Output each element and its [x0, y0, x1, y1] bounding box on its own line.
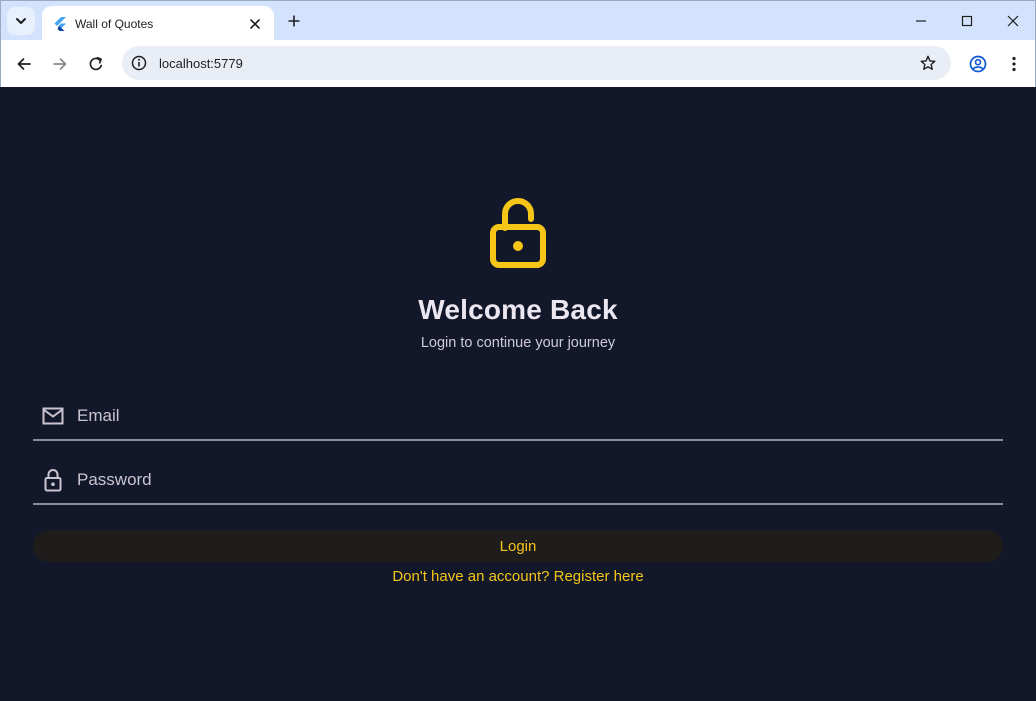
- reload-icon: [89, 56, 103, 71]
- lock-icon: [41, 468, 65, 492]
- forward-button[interactable]: [47, 51, 73, 77]
- login-page: Welcome Back Login to continue your jour…: [0, 87, 1036, 701]
- info-icon: [131, 55, 147, 71]
- password-field[interactable]: [33, 457, 1003, 505]
- chevron-down-icon: [16, 18, 26, 24]
- plus-icon: [288, 15, 300, 27]
- lock-open-icon: [490, 198, 546, 268]
- email-input[interactable]: [77, 406, 1003, 426]
- arrow-left-icon: [17, 58, 31, 70]
- minimize-icon: [916, 20, 926, 22]
- star-icon: [920, 55, 936, 70]
- close-icon: [1007, 15, 1019, 27]
- bookmark-button[interactable]: [916, 51, 940, 75]
- page-title: Welcome Back: [418, 294, 618, 325]
- email-field[interactable]: [33, 393, 1003, 441]
- site-info-button[interactable]: [128, 52, 150, 74]
- password-input[interactable]: [77, 470, 1003, 490]
- browser-tab-strip: Wall of Quotes: [0, 0, 1036, 41]
- more-vert-icon: [1012, 56, 1016, 72]
- tab-search-button[interactable]: [7, 7, 35, 35]
- login-button[interactable]: Login: [33, 530, 1003, 562]
- profile-button[interactable]: [965, 51, 991, 77]
- back-button[interactable]: [11, 51, 37, 77]
- address-bar[interactable]: localhost:5779: [122, 46, 951, 80]
- browser-tab[interactable]: Wall of Quotes: [42, 6, 274, 41]
- mail-icon: [41, 404, 65, 428]
- new-tab-button[interactable]: [283, 10, 305, 32]
- close-icon: [250, 18, 260, 29]
- reload-button[interactable]: [83, 51, 109, 77]
- url-text: localhost:5779: [159, 55, 243, 71]
- browser-toolbar: localhost:5779: [0, 40, 1036, 87]
- flutter-icon: [54, 16, 66, 31]
- menu-button[interactable]: [1001, 51, 1027, 77]
- maximize-button[interactable]: [955, 9, 979, 33]
- maximize-icon: [961, 15, 973, 27]
- tab-close-button[interactable]: [246, 15, 264, 33]
- minimize-button[interactable]: [909, 9, 933, 33]
- tab-title: Wall of Quotes: [75, 16, 154, 31]
- register-link[interactable]: Don't have an account? Register here: [0, 568, 1036, 585]
- arrow-right-icon: [53, 58, 67, 70]
- account-circle-icon: [969, 55, 987, 73]
- close-window-button[interactable]: [1001, 9, 1025, 33]
- page-subtitle: Login to continue your journey: [420, 335, 616, 351]
